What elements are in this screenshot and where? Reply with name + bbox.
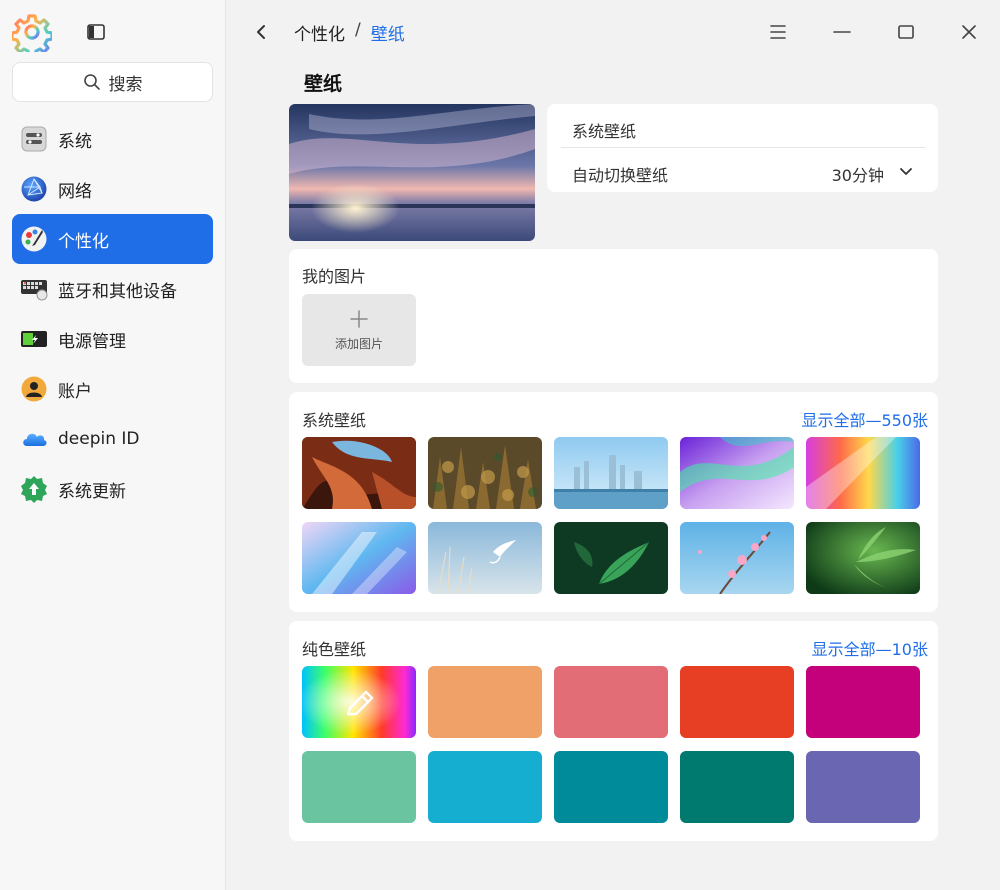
back-arrow-icon[interactable] [250, 20, 272, 44]
add-picture-label: 添加图片 [334, 336, 383, 351]
solid-wallpapers-card: 纯色壁纸 显示全部—10张 [289, 621, 938, 841]
search-input[interactable]: 搜索 [12, 62, 213, 102]
sidebar-item-power[interactable]: 电源管理 [12, 314, 213, 364]
sidebar-item-update[interactable]: 系统更新 [12, 464, 213, 514]
update-icon [21, 476, 47, 503]
solid-color-swatch[interactable] [554, 751, 668, 823]
wallpaper-thumbnail[interactable] [302, 437, 416, 509]
sidebar-item-label: 账户 [58, 381, 92, 402]
sidebar-item-label: 蓝牙和其他设备 [58, 281, 177, 302]
wallpaper-thumbnail[interactable] [680, 437, 794, 509]
main-content: 个性化 / 壁纸 壁纸 系统壁纸 自动切换壁纸 30分钟 我的图片 添加图片 系… [226, 0, 1000, 890]
search-placeholder: 搜索 [108, 74, 143, 95]
close-icon[interactable] [957, 20, 981, 44]
sidebar-item-label: 系统 [58, 131, 92, 152]
sidebar-item-label: deepin ID [58, 429, 140, 449]
breadcrumb: 个性化 / 壁纸 [294, 20, 405, 45]
custom-color-picker[interactable] [302, 666, 416, 738]
sidebar-item-network[interactable]: 网络 [12, 164, 213, 214]
wallpaper-thumbnail[interactable] [554, 437, 668, 509]
wallpaper-thumbnail[interactable] [428, 437, 542, 509]
current-wallpaper-preview [289, 104, 535, 241]
my-pictures-card: 我的图片 添加图片 [289, 249, 938, 383]
auto-switch-label: 自动切换壁纸 [572, 166, 669, 185]
network-icon [21, 176, 47, 202]
sidebar-item-label: 电源管理 [58, 331, 126, 352]
my-pictures-title: 我的图片 [302, 267, 367, 286]
settings-gear-icon [12, 14, 52, 52]
minimize-icon[interactable] [830, 20, 854, 44]
power-icon [21, 331, 47, 347]
auto-switch-dropdown[interactable]: 30分钟 [832, 162, 884, 186]
wallpaper-thumbnail[interactable] [806, 522, 920, 594]
page-title: 壁纸 [304, 73, 343, 95]
solid-color-swatch[interactable] [806, 666, 920, 738]
sidebar-toggle-icon[interactable] [86, 22, 106, 42]
wallpaper-thumbnail[interactable] [428, 522, 542, 594]
sidebar-item-label: 个性化 [58, 231, 109, 252]
settings-window: 搜索 系统 网络 个性化 蓝牙和其他设备 电源管理 账户 deepin ID 系… [0, 0, 1000, 890]
solid-color-swatch[interactable] [428, 751, 542, 823]
personalization-icon [21, 226, 47, 252]
cloud-icon [23, 433, 47, 446]
sidebar-item-label: 系统更新 [58, 481, 126, 502]
wallpaper-source-label: 系统壁纸 [572, 122, 637, 141]
search-icon [83, 74, 100, 90]
sidebar-item-system[interactable]: 系统 [12, 114, 213, 164]
solid-color-swatch[interactable] [806, 751, 920, 823]
sidebar-item-deepin-id[interactable]: deepin ID [12, 414, 213, 464]
account-icon [21, 376, 47, 402]
system-icon [21, 126, 47, 152]
solid-color-swatch[interactable] [554, 666, 668, 738]
sidebar-item-account[interactable]: 账户 [12, 364, 213, 414]
wallpaper-thumbnail[interactable] [554, 522, 668, 594]
sidebar-nav: 系统 网络 个性化 蓝牙和其他设备 电源管理 账户 deepin ID 系统更新 [12, 114, 213, 514]
solid-color-swatch[interactable] [680, 751, 794, 823]
wallpaper-thumbnail[interactable] [806, 437, 920, 509]
breadcrumb-current: 壁纸 [370, 25, 405, 45]
system-wallpapers-card: 系统壁纸 显示全部—550张 [289, 392, 938, 612]
sidebar-item-label: 网络 [58, 181, 92, 202]
breadcrumb-parent[interactable]: 个性化 [294, 20, 345, 45]
solid-color-swatch[interactable] [302, 751, 416, 823]
menu-icon[interactable] [766, 20, 790, 44]
sidebar-item-bluetooth[interactable]: 蓝牙和其他设备 [12, 264, 213, 314]
wallpaper-settings-card: 系统壁纸 自动切换壁纸 30分钟 [547, 104, 938, 192]
solid-color-swatch[interactable] [680, 666, 794, 738]
system-wallpaper-grid [302, 437, 920, 594]
sidebar-item-personalization[interactable]: 个性化 [12, 214, 213, 264]
add-picture-button[interactable]: 添加图片 [302, 294, 416, 366]
maximize-icon[interactable] [894, 20, 918, 44]
solid-color-grid [302, 666, 920, 823]
system-wallpapers-show-all-link[interactable]: 显示全部—550张 [801, 407, 928, 431]
sidebar: 搜索 系统 网络 个性化 蓝牙和其他设备 电源管理 账户 deepin ID 系… [0, 0, 226, 890]
solid-color-swatch[interactable] [428, 666, 542, 738]
wallpaper-thumbnail[interactable] [302, 522, 416, 594]
chevron-down-icon[interactable] [898, 164, 914, 180]
solid-wallpapers-title: 纯色壁纸 [302, 640, 367, 659]
divider [561, 147, 926, 148]
system-wallpapers-title: 系统壁纸 [302, 411, 367, 430]
bluetooth-devices-icon [21, 280, 48, 301]
wallpaper-thumbnail[interactable] [680, 522, 794, 594]
breadcrumb-separator: / [355, 20, 361, 40]
plus-icon [350, 309, 368, 328]
solid-wallpapers-show-all-link[interactable]: 显示全部—10张 [812, 636, 928, 660]
titlebar: 个性化 / 壁纸 [226, 0, 1000, 64]
